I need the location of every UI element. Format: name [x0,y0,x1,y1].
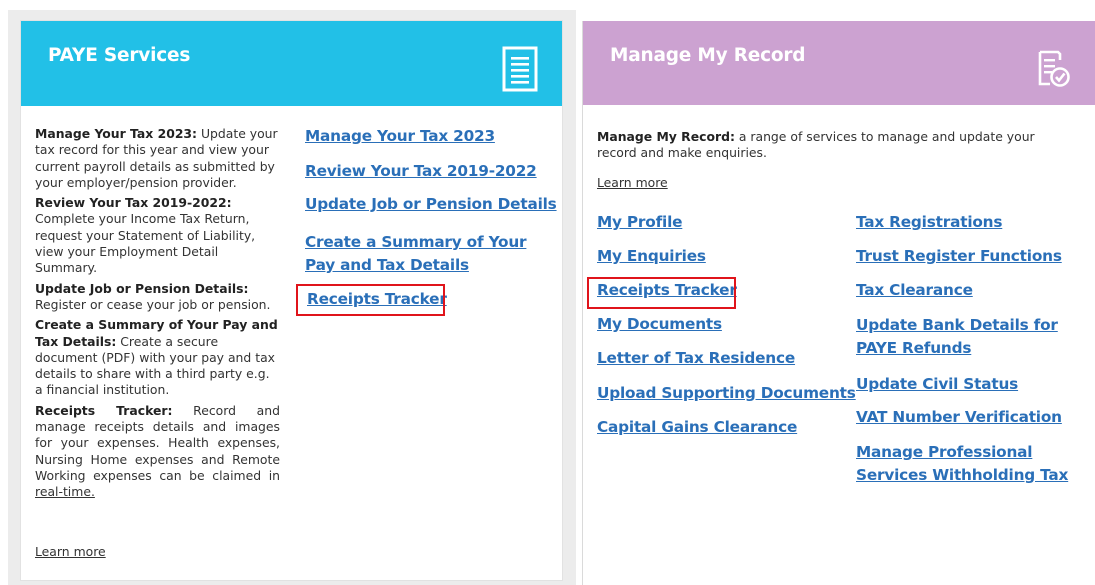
mmr-description: Manage My Record: a range of services to… [597,129,1067,164]
paye-description: Manage Your Tax 2023: Update your tax re… [35,126,280,505]
paye-learn-more-link[interactable]: Learn more [35,544,106,559]
link-update-civil-status[interactable]: Update Civil Status [856,374,1018,394]
desc-receipts-tracker: Receipts Tracker: Record and manage rece… [35,402,280,500]
link-trust-register-functions[interactable]: Trust Register Functions [856,246,1062,266]
link-letter-of-tax-residence[interactable]: Letter of Tax Residence [597,348,795,368]
highlight-box-mmr-receipts [587,277,736,309]
desc-review-tax: Review Your Tax 2019-2022: Complete your… [35,195,256,276]
link-update-job-pension[interactable]: Update Job or Pension Details [305,194,557,214]
link-vat-number-verification[interactable]: VAT Number Verification [856,407,1062,427]
link-tax-clearance[interactable]: Tax Clearance [856,280,973,300]
link-update-bank-details[interactable]: Update Bank Details for PAYE Refunds [856,314,1091,360]
link-upload-supporting-documents[interactable]: Upload Supporting Documents [597,383,856,403]
document-check-icon [1038,50,1070,87]
mmr-card-title: Manage My Record [610,45,806,66]
link-manage-professional-services[interactable]: Manage Professional Services Withholding… [856,441,1091,487]
mmr-description-text: Manage My Record: a range of services to… [597,129,1035,161]
document-list-icon [502,46,538,92]
link-manage-your-tax-2023[interactable]: Manage Your Tax 2023 [305,126,495,146]
link-review-your-tax[interactable]: Review Your Tax 2019-2022 [305,161,537,181]
highlight-box-paye-receipts [296,284,445,316]
link-my-enquiries[interactable]: My Enquiries [597,246,706,266]
link-capital-gains-clearance[interactable]: Capital Gains Clearance [597,417,797,437]
mmr-card-header: Manage My Record [583,21,1095,105]
link-my-documents[interactable]: My Documents [597,314,722,334]
link-tax-registrations[interactable]: Tax Registrations [856,212,1002,232]
desc-create-summary: Create a Summary of Your Pay and Tax Det… [35,317,278,398]
desc-manage-tax: Manage Your Tax 2023: Update your tax re… [35,126,278,190]
link-my-profile[interactable]: My Profile [597,212,683,232]
link-create-summary[interactable]: Create a Summary of Your Pay and Tax Det… [305,231,555,277]
mmr-learn-more-link[interactable]: Learn more [597,175,668,190]
paye-card-title: PAYE Services [48,45,191,66]
desc-update-job: Update Job or Pension Details: Register … [35,280,271,312]
paye-card-header: PAYE Services [21,21,562,106]
real-time-link[interactable]: real-time. [35,484,95,499]
